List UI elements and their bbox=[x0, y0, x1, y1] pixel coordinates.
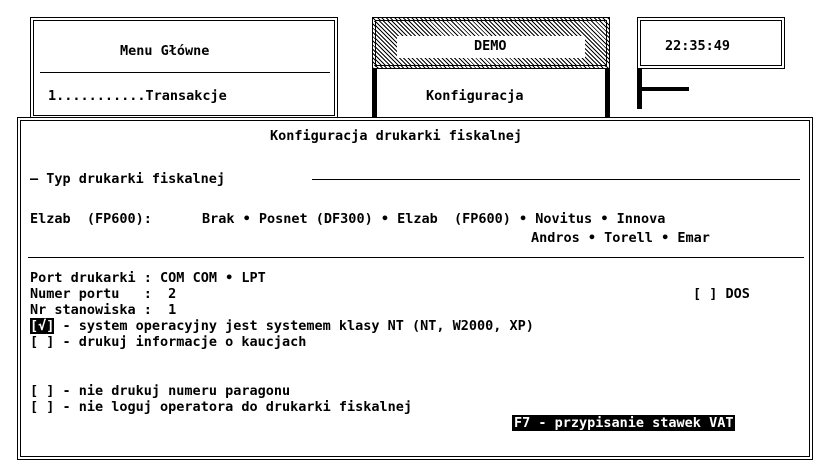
separator-line bbox=[28, 257, 804, 258]
workstation-value[interactable]: 1 bbox=[168, 302, 176, 318]
clock-bottom bbox=[637, 87, 689, 91]
clock-time: 22:35:49 bbox=[665, 38, 731, 54]
printer-type-options-row1[interactable]: Brak • Posnet (DF300) • Elzab (FP600) • … bbox=[202, 211, 665, 227]
checkbox-paragon[interactable]: [ ] - nie drukuj numeru paragonu bbox=[30, 383, 290, 399]
option-bullet: • bbox=[592, 211, 617, 227]
option-bullet: • bbox=[579, 230, 605, 246]
port-option-lpt[interactable]: LPT bbox=[241, 270, 265, 286]
printer-type-option[interactable]: Posnet (DF300) bbox=[259, 211, 373, 227]
printer-type-option[interactable]: Brak bbox=[202, 211, 235, 227]
checkbox-nt-label: - system operacyjny jest systemem klasy … bbox=[54, 318, 534, 334]
option-bullet: • bbox=[652, 230, 678, 246]
section-line bbox=[312, 179, 800, 180]
checkbox-operator[interactable]: [ ] - nie loguj operatora do drukarki fi… bbox=[30, 399, 412, 415]
menu-item-konfiguracja[interactable]: Konfiguracja bbox=[426, 88, 524, 104]
printer-type-option[interactable]: Torell bbox=[604, 230, 653, 246]
f7-vat-rates-button[interactable]: F7 - przypisanie stawek VAT bbox=[512, 415, 736, 431]
checkbox-paragon-mark[interactable]: [ ] bbox=[30, 383, 54, 399]
printer-type-option[interactable]: Innova bbox=[617, 211, 666, 227]
printer-type-option[interactable]: Novitus bbox=[535, 211, 592, 227]
dos-checkbox-label: DOS bbox=[725, 286, 750, 302]
workstation-row[interactable]: Nr stanowiska : 1 bbox=[30, 302, 176, 318]
checkbox-operator-label: - nie loguj operatora do drukarki fiskal… bbox=[54, 399, 413, 415]
checkbox-nt[interactable]: [√] - system operacyjny jest systemem kl… bbox=[30, 318, 534, 334]
option-bullet: • bbox=[234, 211, 259, 227]
main-menu-divider bbox=[40, 72, 330, 73]
checkbox-kaucje-mark[interactable]: [ ] bbox=[30, 334, 54, 350]
checkbox-kaucje-label: - drukuj informacje o kaucjach bbox=[54, 334, 307, 350]
port-number-label: Numer portu : bbox=[30, 286, 169, 302]
printer-type-option[interactable]: Andros bbox=[531, 230, 580, 246]
main-menu-title: Menu Główne bbox=[120, 43, 210, 59]
dos-checkbox[interactable]: [ ] DOS bbox=[693, 286, 750, 302]
printer-type-current: Elzab (FP600): bbox=[30, 211, 161, 227]
checkbox-paragon-label: - nie drukuj numeru paragonu bbox=[54, 383, 291, 399]
printer-type-options-row2[interactable]: Andros • Torell • Emar bbox=[531, 230, 710, 246]
option-bullet: • bbox=[216, 270, 242, 286]
dos-checkbox-mark[interactable]: [ ] bbox=[693, 286, 717, 302]
printer-type-option[interactable]: Elzab (FP600) bbox=[397, 211, 511, 227]
port-number-value[interactable]: 2 bbox=[168, 286, 176, 302]
section-label: — Typ drukarki fiskalnej bbox=[30, 171, 226, 187]
port-label: Port drukarki : COM bbox=[30, 270, 193, 286]
port-row[interactable]: Port drukarki : COM COM • LPT bbox=[30, 270, 266, 286]
checkbox-nt-mark[interactable]: [√] bbox=[30, 318, 55, 334]
checkbox-operator-mark[interactable]: [ ] bbox=[30, 399, 54, 415]
port-option-com[interactable]: COM bbox=[193, 270, 217, 286]
workstation-label: Nr stanowiska : bbox=[30, 302, 169, 318]
port-number-row[interactable]: Numer portu : 2 bbox=[30, 286, 176, 302]
option-bullet: • bbox=[510, 211, 536, 227]
dialog-title: Konfiguracja drukarki fiskalnej bbox=[270, 128, 522, 144]
printer-type-option[interactable]: Emar bbox=[677, 230, 710, 246]
demo-title: DEMO bbox=[474, 38, 507, 54]
checkbox-kaucje[interactable]: [ ] - drukuj informacje o kaucjach bbox=[30, 334, 306, 350]
menu-item-transakcje[interactable]: 1...........Transakcje bbox=[48, 88, 227, 104]
option-bullet: • bbox=[372, 211, 398, 227]
